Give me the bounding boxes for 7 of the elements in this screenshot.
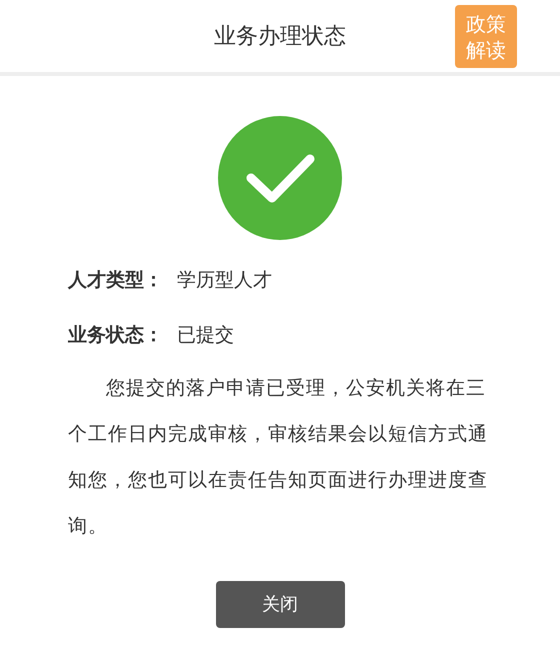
field-value: 学历型人才 [177,268,272,293]
status-message: 您提交的落户申请已受理，公安机关将在三个工作日内完成审核，审核结果会以短信方式通知您，您也可以在责任告知页面进行办理进度查询。 [67,376,489,539]
page-title: 业务办理状态 [214,22,346,50]
field-value: 已提交 [177,322,234,348]
field-label: 业务状态： [68,322,163,348]
field-label: 人才类型： [68,268,163,293]
close-button[interactable]: 关闭 [216,581,344,628]
